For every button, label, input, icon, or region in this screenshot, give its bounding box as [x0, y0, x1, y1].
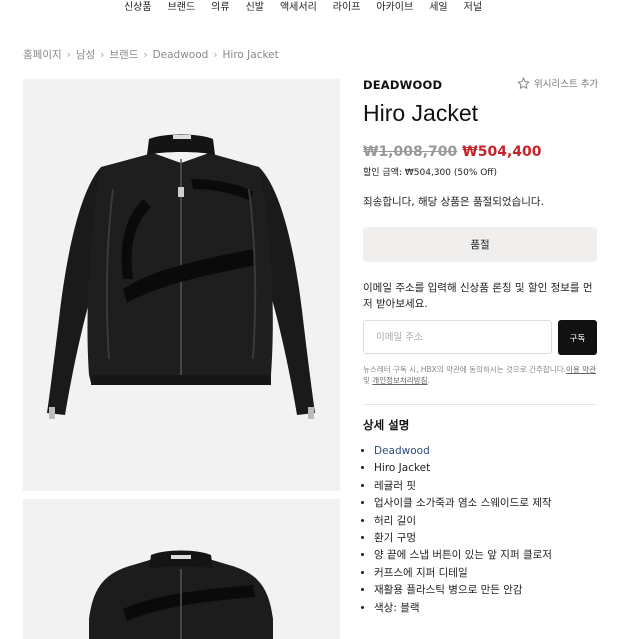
soldout-message: 죄송합니다, 해당 상품은 품절되었습니다.	[363, 196, 544, 208]
breadcrumb-men[interactable]: 남성	[76, 47, 95, 62]
nav-journal[interactable]: 저널	[464, 0, 482, 20]
terms-link[interactable]: 이용 약관	[566, 365, 596, 374]
nav-new[interactable]: 신상품	[124, 0, 152, 20]
wishlist-label: 위시리스트 추가	[534, 79, 599, 90]
breadcrumb-home[interactable]: 홈페이지	[23, 47, 62, 62]
nav-life[interactable]: 라이프	[333, 0, 361, 20]
nav-accessories[interactable]: 액세서리	[280, 0, 317, 20]
list-item: Deadwood	[374, 443, 614, 460]
breadcrumb-current: Hiro Jacket	[222, 48, 279, 61]
price-block: ₩1,008,700 ₩504,400	[363, 144, 542, 160]
nav-archive[interactable]: 아카이브	[376, 0, 413, 20]
subscribe-button[interactable]: 구독	[558, 320, 597, 355]
breadcrumb-separator: ›	[213, 48, 218, 61]
divider	[363, 404, 597, 405]
product-image-secondary[interactable]	[23, 499, 340, 639]
nav-sale[interactable]: 세일	[429, 0, 447, 20]
breadcrumb-separator: ›	[100, 48, 105, 61]
list-item: 재활용 플라스틱 병으로 만든 안감	[374, 582, 614, 599]
product-image-main[interactable]	[23, 79, 340, 491]
nav-brands[interactable]: 브랜드	[168, 0, 196, 20]
soldout-button[interactable]: 품절	[363, 227, 597, 262]
brand-name[interactable]: DEADWOOD	[363, 78, 442, 92]
email-field[interactable]	[363, 320, 552, 354]
main-nav: 신상품 브랜드 의류 신발 액세서리 라이프 아카이브 세일 저널	[0, 0, 620, 20]
star-icon	[517, 77, 530, 89]
newsletter-consent: 뉴스레터 구독 시, HBX의 약관에 동의하시는 것으로 간주합니다.이용 약…	[363, 364, 599, 386]
brand-link[interactable]: Deadwood	[374, 445, 430, 457]
list-item: 환기 구멍	[374, 530, 614, 547]
consent-and: 및	[363, 376, 373, 385]
list-item: 양 끝에 스냅 버튼이 있는 앞 지퍼 클로저	[374, 547, 614, 564]
consent-text: 뉴스레터 구독 시, HBX의 약관에 동의하시는 것으로 간주합니다.	[363, 365, 566, 374]
jacket-image	[47, 134, 315, 419]
list-item: 레귤러 핏	[374, 478, 614, 495]
privacy-link[interactable]: 개인정보처리방침	[372, 376, 427, 385]
nav-clothing[interactable]: 의류	[211, 0, 229, 20]
wishlist-button[interactable]: 위시리스트 추가	[517, 76, 598, 90]
original-price: ₩1,008,700	[363, 144, 458, 160]
newsletter-text: 이메일 주소를 입력해 신상품 론칭 및 할인 정보를 먼저 받아보세요.	[363, 282, 593, 310]
breadcrumb-deadwood[interactable]: Deadwood	[153, 49, 209, 61]
breadcrumb-separator: ›	[66, 48, 71, 61]
list-item: 커프스에 지퍼 디테일	[374, 565, 614, 582]
list-item: Hiro Jacket	[374, 460, 614, 477]
breadcrumb-brands[interactable]: 브랜드	[109, 47, 138, 62]
jacket-image-alt	[89, 550, 273, 639]
discount-amount: 할인 금액: ₩504,300 (50% Off)	[363, 168, 498, 178]
nav-shoes[interactable]: 신발	[246, 0, 264, 20]
sale-price: ₩504,400	[462, 144, 542, 160]
breadcrumb: 홈페이지 › 남성 › 브랜드 › Deadwood › Hiro Jacket	[23, 47, 279, 62]
list-item: 허리 길이	[374, 513, 614, 530]
list-item: 업사이클 소가죽과 염소 스웨이드로 제작	[374, 495, 614, 512]
product-title: Hiro Jacket	[363, 100, 479, 126]
details-list: Deadwood Hiro Jacket 레귤러 핏 업사이클 소가죽과 염소 …	[363, 443, 614, 617]
details-heading: 상세 설명	[363, 418, 410, 432]
consent-end: .	[427, 376, 430, 385]
breadcrumb-separator: ›	[143, 48, 148, 61]
list-item: 색상: 블랙	[374, 600, 614, 617]
